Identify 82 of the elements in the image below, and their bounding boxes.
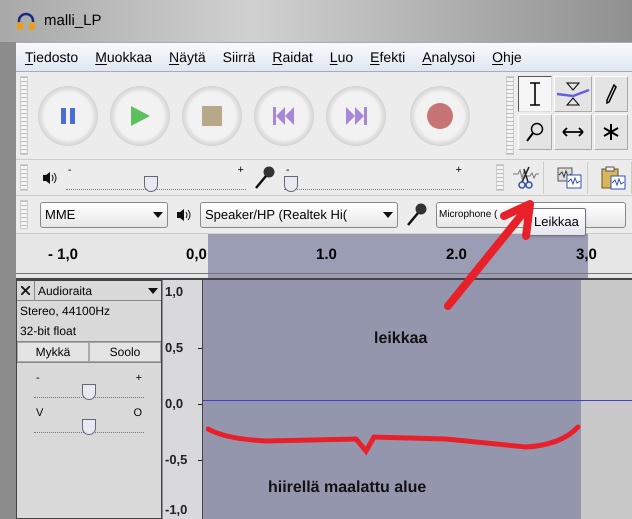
- menu-item[interactable]: Ohje: [492, 46, 522, 68]
- amplitude-label: -1,0: [165, 501, 188, 519]
- headphones-icon: [16, 12, 36, 30]
- slider-max-label: +: [455, 165, 462, 176]
- slider-thumb[interactable]: [144, 176, 158, 192]
- double-arrow-icon: [562, 127, 584, 137]
- slider-max-label: O: [133, 408, 142, 419]
- toolbar-grip[interactable]: [496, 164, 504, 191]
- record-icon: [427, 102, 453, 128]
- slider-thumb[interactable]: [82, 419, 96, 435]
- caret-icon: [148, 288, 158, 294]
- annotation-label: hiirellä maalattu alue: [268, 478, 426, 498]
- toolbar-grip[interactable]: [20, 164, 28, 191]
- speaker-icon: [176, 208, 192, 222]
- track-toggle-button[interactable]: Soolo: [89, 342, 161, 362]
- amplitude-label: 0,0: [165, 395, 184, 413]
- amplitude-label: -0,5: [165, 451, 188, 469]
- magnifier-icon: [526, 122, 544, 142]
- select-tool-button[interactable]: [518, 76, 552, 112]
- timeshift-tool-button[interactable]: [554, 114, 592, 150]
- tooltip: Leikkaa: [527, 208, 586, 236]
- slider-track[interactable]: [66, 176, 246, 190]
- copy-icon: [556, 166, 582, 190]
- host-dropdown[interactable]: MME: [40, 202, 168, 228]
- asterisk-icon: [602, 123, 620, 141]
- slider-thumb[interactable]: [82, 384, 96, 400]
- track-toggle-button[interactable]: Mykkä: [17, 342, 89, 362]
- slider-min-label: -: [36, 373, 40, 384]
- caret-icon: [153, 212, 163, 218]
- toolbar-grip[interactable]: [20, 76, 28, 155]
- slider-min-label: -: [286, 165, 290, 176]
- paste-icon: [600, 166, 626, 190]
- menu-item[interactable]: Tiedosto: [25, 46, 78, 68]
- window-title: malli_LP: [44, 10, 102, 31]
- multi-tool-button[interactable]: [594, 114, 628, 150]
- slider-max-label: +: [136, 373, 142, 384]
- skip-forward-icon: [345, 106, 367, 124]
- envelope-tool-icon: [556, 82, 590, 106]
- zoom-tool-button[interactable]: [518, 114, 552, 150]
- menu-item[interactable]: Raidat: [272, 46, 313, 68]
- close-icon: [21, 286, 30, 295]
- slider-max-label: +: [237, 165, 244, 176]
- amplitude-label: 0,5: [165, 339, 184, 357]
- skip-back-icon: [273, 106, 295, 124]
- track-info: Stereo, 44100Hz: [19, 303, 112, 320]
- microphone-icon: [406, 202, 428, 226]
- menu-item[interactable]: Luo: [330, 46, 354, 68]
- pencil-icon: [605, 84, 617, 104]
- toolbar-grip[interactable]: [20, 200, 28, 229]
- slider-track[interactable]: [34, 384, 144, 398]
- ruler-label: 2.0: [446, 245, 467, 265]
- pause-icon: [60, 106, 76, 124]
- envelope-tool-button[interactable]: [554, 76, 592, 112]
- play-icon: [129, 104, 151, 126]
- timeline-ruler[interactable]: - 1,0 0,0 1.0 2.0 3,0: [16, 234, 632, 280]
- ruler-label: - 1,0: [48, 245, 78, 265]
- track-name-dropdown[interactable]: Audioraita: [35, 281, 161, 300]
- slider-track[interactable]: [34, 419, 144, 433]
- scissors-icon: [512, 166, 538, 190]
- stop-icon: [202, 106, 222, 126]
- annotation-label: leikkaa: [374, 329, 428, 349]
- menu-item[interactable]: Analysoi: [422, 46, 476, 68]
- microphone-icon: [254, 166, 276, 190]
- caret-icon: [383, 212, 393, 218]
- amplitude-label: 1,0: [165, 283, 184, 301]
- menu-item[interactable]: Efekti: [370, 46, 406, 68]
- slider-min-label: V: [36, 408, 44, 419]
- slider-thumb[interactable]: [284, 176, 298, 192]
- ruler-label: 3,0: [576, 245, 597, 265]
- toolbar-grip[interactable]: [506, 76, 514, 155]
- slider-min-label: -: [68, 165, 72, 176]
- ruler-label: 1.0: [316, 245, 337, 265]
- slider-track[interactable]: [284, 176, 464, 190]
- text-cursor-icon: [528, 82, 542, 106]
- menu-item[interactable]: Siirrä: [222, 46, 256, 68]
- track-info: 32-bit float: [19, 323, 78, 340]
- draw-tool-button[interactable]: [594, 76, 628, 112]
- ruler-label: 0,0: [186, 245, 207, 265]
- menu-item[interactable]: Muokkaa: [95, 46, 152, 68]
- menu-item[interactable]: Näytä: [169, 46, 206, 68]
- speaker-icon: [42, 170, 58, 184]
- output-device-dropdown[interactable]: Speaker/HP (Realtek Hi(: [200, 202, 398, 228]
